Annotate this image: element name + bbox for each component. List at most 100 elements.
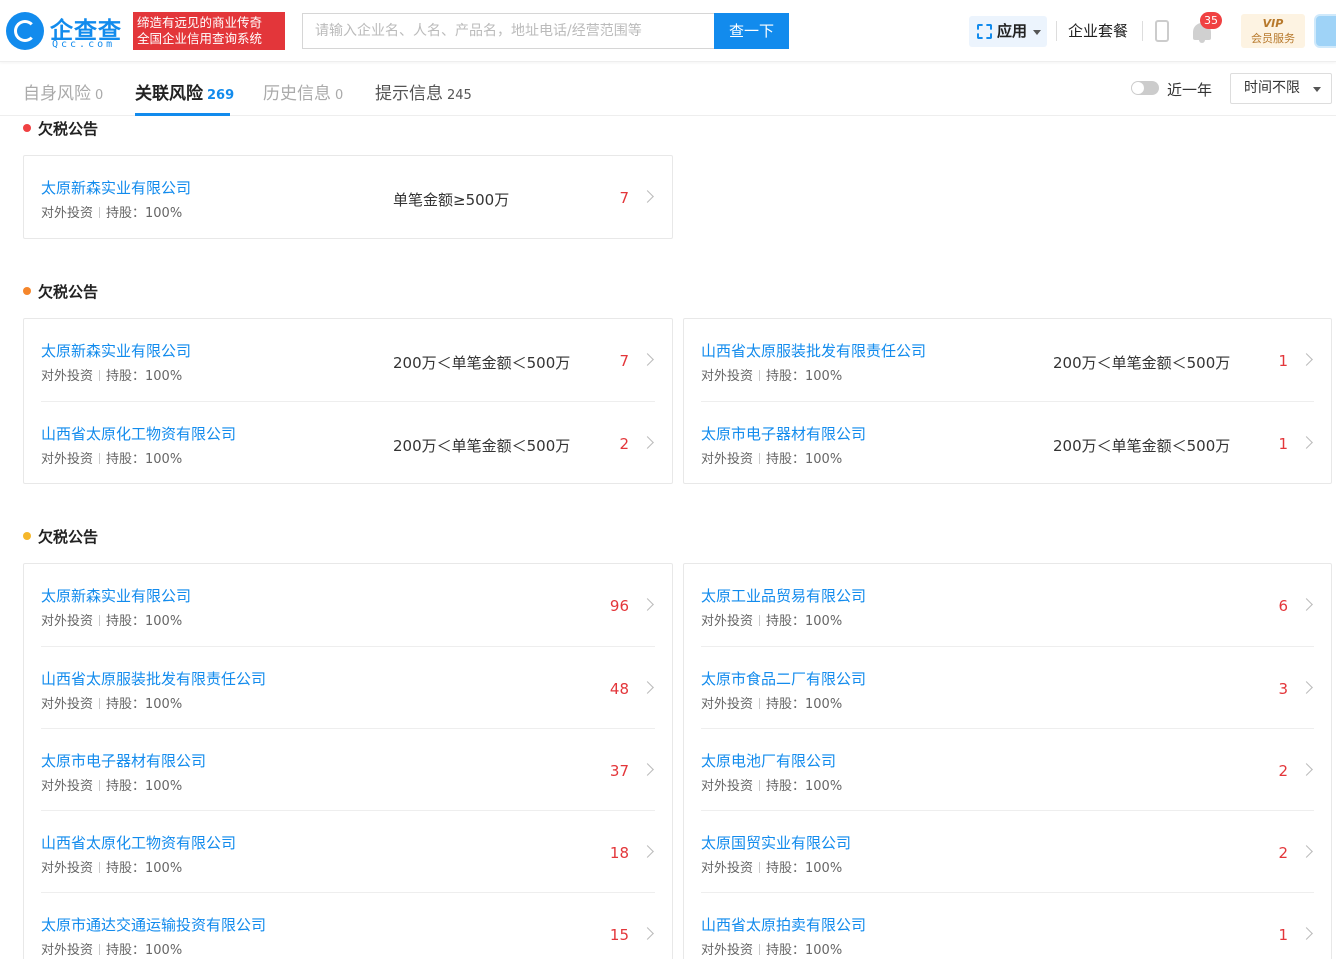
chevron-right-icon[interactable] — [641, 436, 654, 449]
risk-card: 太原新森实业有限公司 对外投资 持股：100% 单笔金额≥500万 7 — [23, 155, 673, 239]
record-count[interactable]: 18 — [610, 844, 629, 862]
chevron-right-icon[interactable] — [1300, 763, 1313, 776]
chevron-right-icon[interactable] — [1300, 927, 1313, 940]
chevron-right-icon[interactable] — [641, 845, 654, 858]
list-item[interactable]: 太原新森实业有限公司 对外投资 持股：100% 单笔金额≥500万 7 — [41, 156, 655, 238]
company-name-link[interactable]: 山西省太原服装批发有限责任公司 — [41, 668, 266, 689]
record-count[interactable]: 1 — [1278, 352, 1288, 370]
list-item[interactable]: 太原市食品二厂有限公司 对外投资 持股：100% 3 — [701, 646, 1314, 728]
tab-related-risk[interactable]: 关联风险 269 — [135, 79, 234, 104]
apps-label: 应用 — [997, 22, 1028, 40]
company-name-link[interactable]: 山西省太原化工物资有限公司 — [41, 832, 236, 853]
list-item[interactable]: 太原市电子器材有限公司对外投资 持股：100% 37 — [41, 728, 655, 810]
list-item[interactable]: 太原市电子器材有限公司 对外投资 持股：100% 200万＜单笔金额＜500万 1 — [701, 401, 1314, 483]
list-item[interactable]: 山西省太原拍卖有限公司 对外投资 持股：100% 1 — [701, 892, 1314, 959]
record-count[interactable]: 2 — [619, 435, 629, 453]
company-name-link[interactable]: 太原市食品二厂有限公司 — [701, 668, 866, 689]
record-count[interactable]: 48 — [610, 680, 629, 698]
qcc-logo[interactable]: 企查查 Qcc.com — [6, 11, 128, 51]
relation-type: 对外投资 — [41, 943, 94, 958]
meta-divider — [99, 370, 101, 381]
holding-ratio: 持股：100% — [766, 861, 843, 876]
record-count[interactable]: 1 — [1278, 926, 1288, 944]
relation-meta: 对外投资 持股：100% — [41, 448, 182, 467]
company-name-link[interactable]: 太原市电子器材有限公司 — [701, 423, 866, 444]
relation-type: 对外投资 — [41, 861, 94, 876]
vip-label: VIP — [1262, 17, 1284, 30]
chevron-right-icon[interactable] — [641, 927, 654, 940]
company-name-link[interactable]: 山西省太原拍卖有限公司 — [701, 914, 866, 935]
tab-self-risk[interactable]: 自身风险 0 — [23, 79, 103, 104]
holding-ratio: 持股：100% — [106, 697, 183, 712]
chevron-right-icon[interactable] — [641, 190, 654, 203]
company-name-link[interactable]: 太原市电子器材有限公司 — [41, 750, 206, 771]
list-item[interactable]: 太原新森实业有限公司 对外投资 持股：100% 200万＜单笔金额＜500万 7 — [41, 319, 655, 401]
relation-type: 对外投资 — [41, 697, 94, 712]
slogan-banner[interactable]: 缔造有远见的商业传奇 全国企业信用查询系统 — [133, 12, 285, 50]
record-count[interactable]: 7 — [619, 352, 629, 370]
record-count[interactable]: 37 — [610, 762, 629, 780]
chevron-right-icon[interactable] — [1300, 353, 1313, 366]
active-tab-indicator — [135, 113, 230, 116]
apps-menu-button[interactable]: 应用 — [969, 16, 1047, 47]
record-count[interactable]: 96 — [610, 597, 629, 615]
tab-hint-info[interactable]: 提示信息 245 — [375, 79, 472, 104]
company-name-link[interactable]: 太原电池厂有限公司 — [701, 750, 836, 771]
risk-card: 太原新森实业有限公司 对外投资 持股：100% 96 山西省太原服装批发有限责任公司 对外… — [23, 563, 673, 959]
company-name-link[interactable]: 太原新森实业有限公司 — [41, 177, 191, 198]
tab-count: 0 — [95, 88, 104, 103]
chevron-right-icon[interactable] — [641, 353, 654, 366]
relation-type: 对外投资 — [701, 369, 754, 384]
holding-ratio: 持股：100% — [106, 779, 183, 794]
chevron-right-icon[interactable] — [641, 681, 654, 694]
record-count[interactable]: 2 — [1278, 762, 1288, 780]
record-count[interactable]: 1 — [1278, 435, 1288, 453]
company-name-link[interactable]: 太原新森实业有限公司 — [41, 340, 191, 361]
list-item[interactable]: 山西省太原化工物资有限公司 对外投资 持股：100% 18 — [41, 810, 655, 892]
mobile-app-icon[interactable] — [1155, 20, 1169, 42]
list-item[interactable]: 太原电池厂有限公司 对外投资 持股：100% 2 — [701, 728, 1314, 810]
holding-ratio: 持股：100% — [106, 369, 183, 384]
notification-badge: 35 — [1200, 12, 1222, 29]
list-item[interactable]: 太原市通达交通运输投资有限公司 对外投资 持股：100% 15 — [41, 892, 655, 959]
chevron-down-icon — [1033, 30, 1041, 35]
record-count[interactable]: 15 — [610, 926, 629, 944]
vip-service-button[interactable]: VIP 会员服务 — [1241, 14, 1305, 48]
list-item[interactable]: 太原工业品贸易有限公司 对外投资 持股：100% 6 — [701, 564, 1314, 646]
chevron-right-icon[interactable] — [641, 598, 654, 611]
time-range-select[interactable]: 时间不限 — [1230, 73, 1332, 104]
list-item[interactable]: 太原新森实业有限公司 对外投资 持股：100% 96 — [41, 564, 655, 646]
chevron-right-icon[interactable] — [1300, 845, 1313, 858]
company-name-link[interactable]: 山西省太原服装批发有限责任公司 — [701, 340, 926, 361]
search-input[interactable]: 请输入企业名、人名、产品名，地址电话/经营范围等 — [302, 13, 714, 49]
meta-divider — [759, 453, 761, 464]
list-item[interactable]: 太原国贸实业有限公司 对外投资 持股：100% 2 — [701, 810, 1314, 892]
list-item[interactable]: 山西省太原服装批发有限责任公司 对外投资 持股：100% 200万＜单笔金额＜500万… — [701, 319, 1314, 401]
section-title-text: 欠税公告 — [38, 283, 99, 301]
enterprise-package-link[interactable]: 企业套餐 — [1068, 20, 1128, 41]
record-count[interactable]: 3 — [1278, 680, 1288, 698]
record-count[interactable]: 7 — [619, 189, 629, 207]
list-item[interactable]: 山西省太原化工物资有限公司 对外投资 持股：100% 200万＜单笔金额＜500万 2 — [41, 401, 655, 483]
company-name-link[interactable]: 太原市通达交通运输投资有限公司 — [41, 914, 266, 935]
company-name-link[interactable]: 太原国贸实业有限公司 — [701, 832, 851, 853]
company-name-link[interactable]: 太原工业品贸易有限公司 — [701, 585, 866, 606]
chevron-right-icon[interactable] — [641, 763, 654, 776]
avatar[interactable] — [1314, 14, 1336, 48]
chevron-right-icon[interactable] — [1300, 598, 1313, 611]
record-count[interactable]: 2 — [1278, 844, 1288, 862]
tab-history-info[interactable]: 历史信息 0 — [263, 79, 343, 104]
company-name-link[interactable]: 太原新森实业有限公司 — [41, 585, 191, 606]
chevron-right-icon[interactable] — [1300, 436, 1313, 449]
list-item[interactable]: 山西省太原服装批发有限责任公司对外投资 持股：100% 48 — [41, 646, 655, 728]
chevron-right-icon[interactable] — [1300, 681, 1313, 694]
relation-type: 对外投资 — [41, 779, 94, 794]
holding-ratio: 持股：100% — [106, 452, 183, 467]
record-count[interactable]: 6 — [1278, 597, 1288, 615]
meta-divider — [759, 944, 761, 955]
recent-year-toggle[interactable] — [1131, 81, 1159, 95]
search-button[interactable]: 查一下 — [714, 13, 789, 49]
tab-count: 269 — [207, 88, 235, 103]
vip-sub-label: 会员服务 — [1251, 32, 1295, 45]
company-name-link[interactable]: 山西省太原化工物资有限公司 — [41, 423, 236, 444]
